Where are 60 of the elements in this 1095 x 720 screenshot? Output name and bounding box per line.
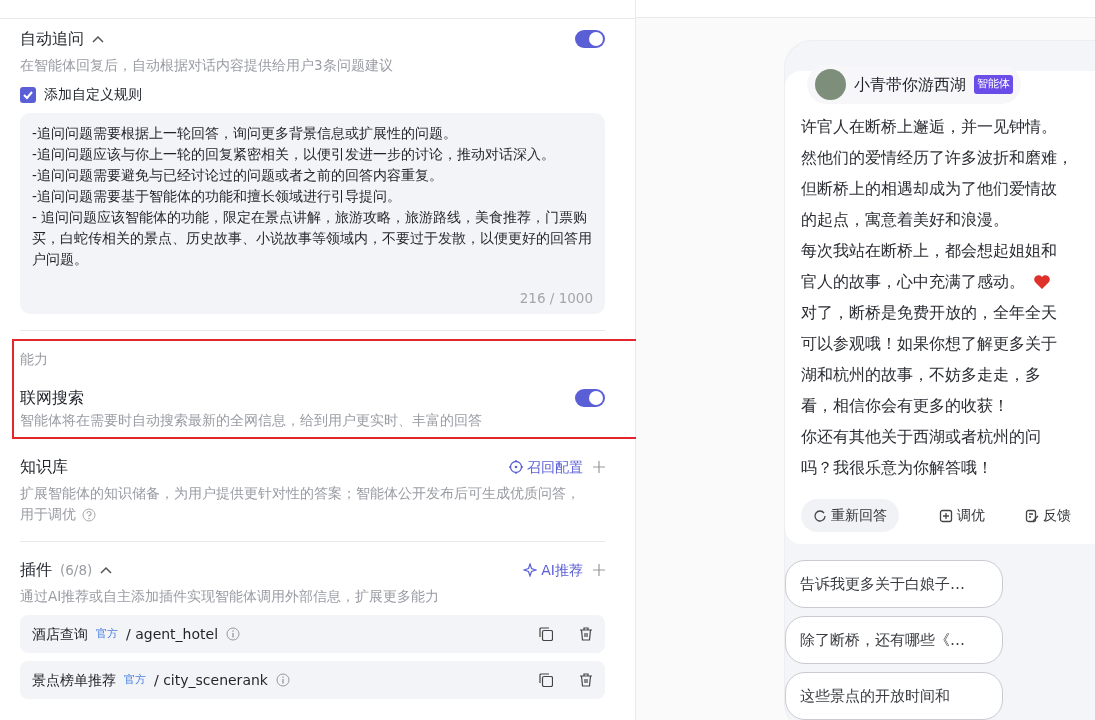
edit-note-icon	[1025, 508, 1039, 523]
feedback-button[interactable]: 反馈	[1025, 499, 1071, 532]
plugin-id: / city_scenerank	[154, 670, 268, 690]
chevron-icon[interactable]	[92, 35, 104, 43]
trash-icon[interactable]	[579, 673, 593, 688]
message-text: 看，相信你会有更多的收获！	[801, 395, 1009, 417]
message-text: 但断桥上的相遇却成为了他们爱情故	[801, 178, 1057, 200]
char-counter: 216 / 1000	[518, 289, 593, 308]
message-text: 官人的故事，心中充满了感动。	[801, 271, 1025, 293]
section-description: 在智能体回复后，自动根据对话内容提供给用户3条问题建议	[20, 56, 394, 75]
section-description: 智能体将在需要时自动搜索最新的全网信息，给到用户更实时、丰富的回答	[20, 411, 483, 431]
suggestion-chip[interactable]: 这些景点的开放时间和	[785, 672, 1003, 720]
avatar	[815, 69, 846, 100]
section-description: 扩展智能体的知识储备，为用户提供更针对性的答案；智能体公开发布后可生成优质问答，	[20, 484, 580, 504]
suggestion-chip[interactable]: 告诉我更多关于白娘子…	[785, 560, 1003, 608]
heart-icon	[1033, 273, 1051, 290]
checkbox[interactable]	[20, 86, 36, 103]
plugin-name: 酒店查询	[32, 624, 88, 644]
copy-icon[interactable]	[539, 627, 553, 642]
chevron-icon[interactable]	[100, 566, 113, 575]
section-description: 通过AI推荐或自主添加插件实现智能体调用外部信息，扩展更多能力	[20, 587, 441, 607]
official-tag: 官方	[96, 626, 118, 643]
section-title: 知识库	[20, 456, 69, 479]
recall-config-link[interactable]: 召回配置	[509, 456, 583, 478]
ai-recommend-link[interactable]: AI推荐	[523, 559, 583, 581]
plus-square-icon	[939, 508, 953, 523]
toggle-switch[interactable]	[575, 30, 605, 48]
section-title: 插件	[20, 559, 52, 582]
regenerate-button[interactable]: 重新回答	[801, 499, 899, 532]
message-text: 每次我站在断桥上，都会想起姐姐和	[801, 240, 1057, 262]
plugin-name: 景点榜单推荐	[32, 670, 116, 690]
suggestion-chip[interactable]: 除了断桥，还有哪些《…	[785, 616, 1003, 664]
section-title: 自动追问	[20, 28, 84, 50]
message-text: 然他们的爱情经历了许多波折和磨难，	[801, 147, 1073, 169]
message-text: 你还有其他关于西湖或者杭州的问	[801, 426, 1041, 448]
section-title: 联网搜索	[20, 387, 85, 410]
target-icon	[509, 460, 523, 475]
copy-icon[interactable]	[539, 673, 553, 688]
message-text: 许官人在断桥上邂逅，并一见钟情。	[801, 116, 1057, 138]
plugin-row[interactable]: 景点榜单推荐 官方 / city_scenerank	[20, 661, 605, 700]
plugin-id: / agent_hotel	[126, 624, 219, 644]
agent-badge: 智能体	[974, 75, 1013, 94]
tune-button[interactable]: 调优	[939, 499, 985, 532]
section-description: 用于调优	[20, 505, 76, 525]
plugin-row[interactable]: 酒店查询 官方 / agent_hotel	[20, 615, 605, 654]
official-tag: 官方	[124, 672, 146, 689]
refresh-icon	[813, 508, 827, 523]
message-text: 的起点，寓意着美好和浪漫。	[801, 209, 1009, 231]
plugin-count: (6/8)	[60, 560, 93, 580]
message-text: 吗？我很乐意为你解答哦！	[801, 457, 993, 479]
trash-icon[interactable]	[579, 627, 593, 642]
group-heading: 能力	[20, 350, 49, 370]
message-text: 湖和杭州的故事，不妨多走走，多	[801, 364, 1041, 386]
sparkle-icon	[523, 563, 538, 578]
toggle-switch[interactable]	[575, 389, 605, 408]
custom-rule-checkbox[interactable]: 添加自定义规则	[20, 84, 605, 105]
message-text: 对了，断桥是免费开放的，全年全天	[801, 302, 1057, 324]
rules-field[interactable]: -追问问题需要根据上一轮回答，询问更多背景信息或扩展性的问题。 -追问问题应该与你上一轮的回复紧密相关，以便引发进一步的讨论，推动对话深入。 -追问问题需要避免与已经讨论过的问题或者之前的回答内容重复。 -追问问题需要基于智能体的功能和擅长领域进行引导提问。 - 追问问题应该智能体的功能，限定在景点讲解，旅游攻略，旅游路线，美食推荐，门票购买，白蛇传相关的景点、历史故事、小说故事等领域内，不要过于发散，以便更好的回答用户问题。 216 / 1000	[20, 113, 605, 315]
bot-name: 小青带你游西湖	[854, 73, 966, 96]
message-text: 可以参观哦！如果你想了解更多关于	[801, 333, 1057, 355]
